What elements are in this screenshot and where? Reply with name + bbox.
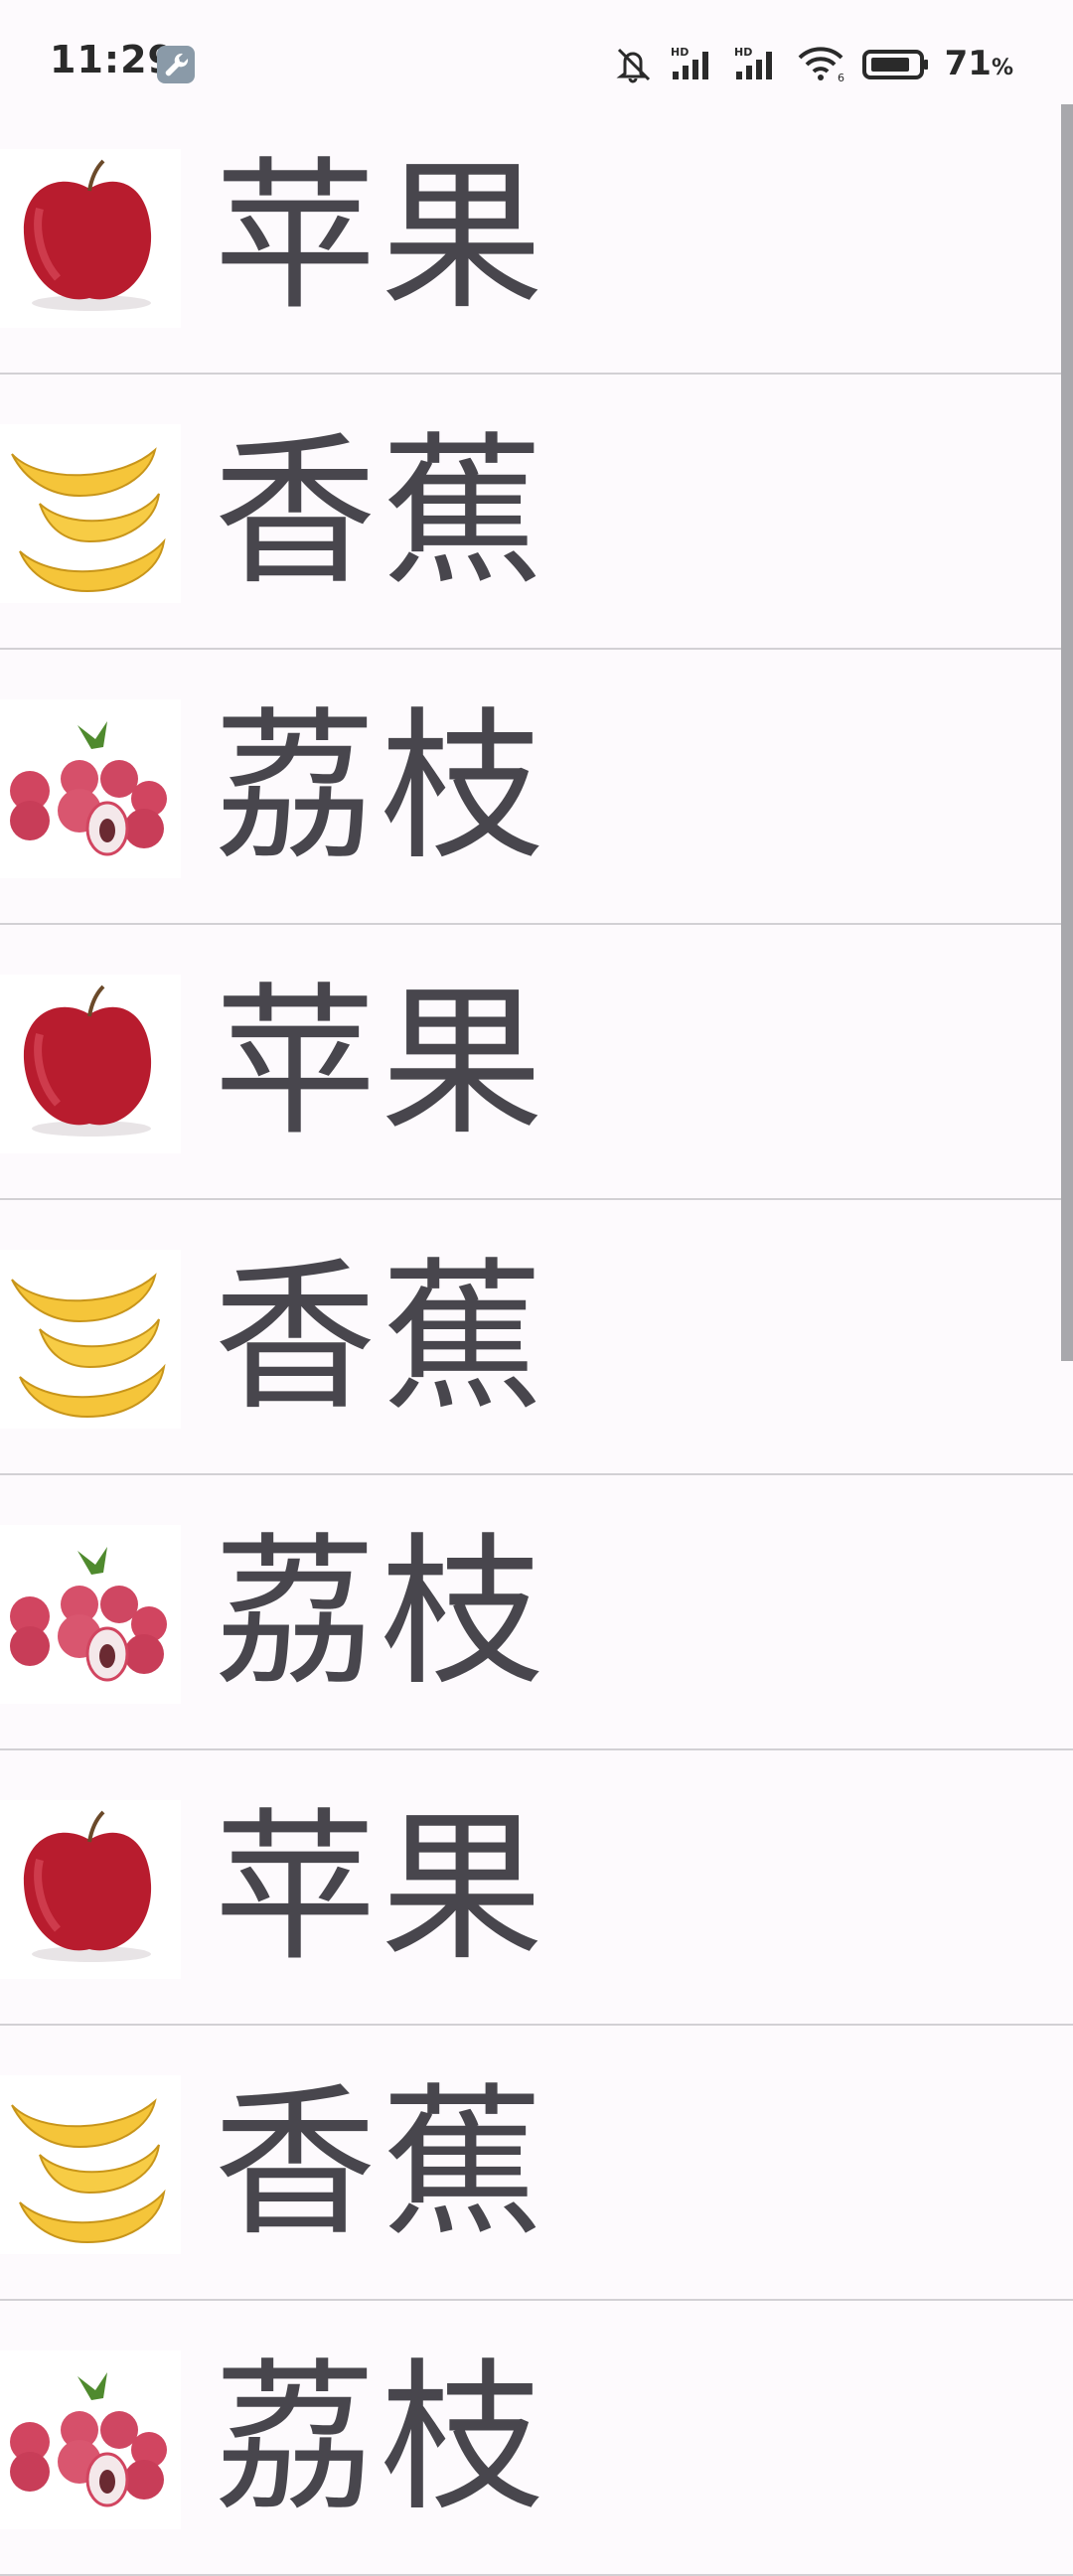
list-item-label: 苹果 [214,142,548,332]
lychee-icon [0,699,181,878]
list-item-label: 苹果 [214,968,548,1157]
battery-percent: 71% [945,44,1013,83]
scrollbar[interactable] [1061,104,1073,1361]
hd-signal-icon: HD [734,46,772,79]
list-item-label: 香蕉 [214,2068,548,2258]
list-item-label: 荔枝 [214,1518,548,1708]
wrench-icon [157,46,195,83]
status-icons: HD HD 6 71% [611,40,1013,87]
list-item-label: 苹果 [214,1793,548,1983]
banana-icon [0,424,181,603]
list-item[interactable]: 苹果 [0,925,1073,1200]
battery-icon [861,50,928,79]
list-item[interactable]: 荔枝 [0,2301,1073,2576]
fruit-list[interactable]: 苹果 香蕉 荔枝 苹果 香蕉 荔枝 苹果 香蕉 荔枝 [0,99,1073,2576]
list-item[interactable]: 荔枝 [0,1475,1073,1750]
banana-icon [0,1250,181,1429]
list-item[interactable]: 苹果 [0,99,1073,375]
apple-icon [0,975,181,1153]
list-item[interactable]: 香蕉 [0,375,1073,650]
svg-text:HD: HD [671,46,689,59]
wifi-icon: 6 [798,47,844,83]
hd-signal-icon: HD [671,46,708,79]
list-item-label: 香蕉 [214,1243,548,1433]
lychee-icon [0,1525,181,1704]
svg-text:HD: HD [734,46,752,59]
battery-unit: % [991,56,1013,80]
list-item[interactable]: 香蕉 [0,2026,1073,2301]
banana-icon [0,2075,181,2254]
list-item[interactable]: 苹果 [0,1750,1073,2026]
list-item-label: 荔枝 [214,692,548,882]
apple-icon [0,1800,181,1979]
lychee-icon [0,2350,181,2529]
svg-text:6: 6 [838,72,844,83]
apple-icon [0,149,181,328]
status-bar: 11:29 HD HD 6 71% [0,0,1073,99]
battery-value: 71 [944,44,992,83]
list-item-label: 荔枝 [214,2344,548,2533]
list-item-label: 香蕉 [214,417,548,607]
mute-icon [616,48,650,83]
list-item[interactable]: 荔枝 [0,650,1073,925]
list-item[interactable]: 香蕉 [0,1200,1073,1475]
